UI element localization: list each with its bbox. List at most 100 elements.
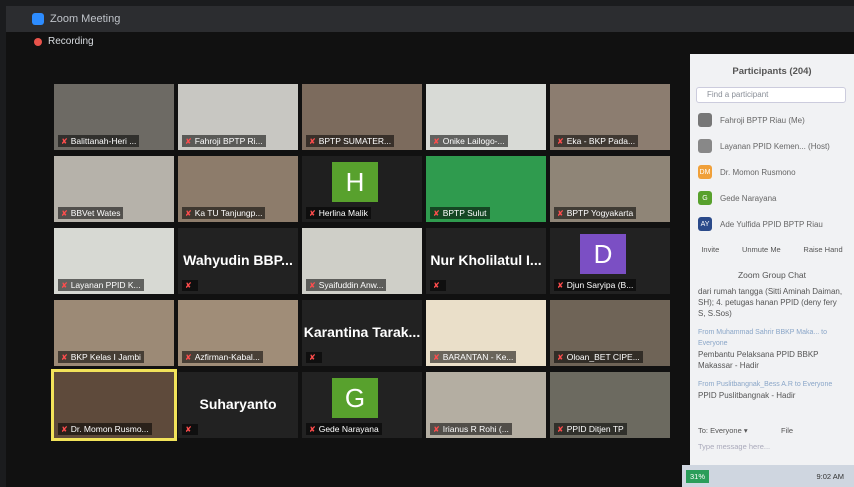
tile-name-label: ✘ [182,280,198,291]
video-tile[interactable]: ✘ Dr. Momon Rusmo... [51,369,177,441]
tile-name-label: ✘ BPTP SUMATER... [306,135,395,147]
avatar-initial: D [580,234,626,274]
muted-mic-icon: ✘ [185,136,192,146]
record-dot-icon [34,37,42,46]
video-tile[interactable]: ✘ Irianus R Rohi (... [426,372,546,438]
muted-mic-icon: ✘ [61,424,68,434]
participant-display-name: Karantina Tarak... [303,324,421,340]
video-tile[interactable]: ✘ Onike Lailogo-... [426,84,546,150]
tile-name-label: ✘ Oloan_BET CIPE... [554,351,643,363]
participant-name: Ade Yulfida PPID BPTP Riau [720,219,823,229]
tile-name-label: ✘ [306,352,322,363]
avatar-initial: H [332,162,378,202]
window-title: Zoom Meeting [50,13,121,25]
chat-title: Zoom Group Chat [737,270,807,280]
recording-indicator[interactable]: Recording [34,36,94,47]
video-tile[interactable]: Wahyudin BBP... ✘ [178,228,298,294]
tile-name-text: Fahroji BPTP Ri... [194,136,263,146]
tile-name-label: ✘ BPTP Sulut [430,207,490,219]
participant-search-input[interactable]: Find a participant [696,87,846,103]
tile-name-label: ✘ Djun Saryipa (B... [554,279,637,291]
participant-avatar [698,113,712,127]
participants-panel: Participants (204) Find a participant Fa… [690,54,854,487]
participant-display-name: Wahyudin BBP... [183,252,293,268]
video-tile[interactable]: ✘ BBVet Wates [54,156,174,222]
participant-row[interactable]: Fahroji BPTP Riau (Me) [690,107,854,133]
video-tile[interactable]: ✘ Azfirman-Kabal... [178,300,298,366]
video-tile[interactable]: Suharyanto ✘ [178,372,298,438]
video-tile[interactable]: ✘ BARANTAN - Ke... [426,300,546,366]
raise-hand-button[interactable]: Raise Hand [803,245,842,254]
participant-row[interactable]: G Gede Narayana [690,185,854,211]
participant-name: Fahroji BPTP Riau (Me) [720,115,805,125]
chat-messages: dari rumah tangga (Sitti Aminah Daiman, … [690,280,854,407]
recording-label: Recording [48,36,94,47]
battery-indicator: 31% [686,469,710,483]
participant-avatar: AY [698,217,712,231]
video-tile[interactable]: D ✘ Djun Saryipa (B... [550,228,670,294]
tile-name-label: ✘ Irianus R Rohi (... [430,423,512,435]
video-tile[interactable]: ✘ Oloan_BET CIPE... [550,300,670,366]
muted-mic-icon: ✘ [557,352,564,362]
muted-mic-icon: ✘ [309,208,316,218]
invite-button[interactable]: Invite [701,245,719,254]
muted-mic-icon: ✘ [61,352,68,362]
tile-name-text: BARANTAN - Ke... [442,352,514,362]
muted-mic-icon: ✘ [557,208,564,218]
tile-name-text: Dr. Momon Rusmo... [70,424,149,434]
file-button[interactable]: File [781,426,793,435]
tile-name-text: Onike Lailogo-... [442,136,505,146]
video-tile[interactable]: Karantina Tarak... ✘ [302,300,422,366]
video-tile[interactable]: ✘ PPID Ditjen TP [550,372,670,438]
video-tile[interactable]: H ✘ Herlina Malik [302,156,422,222]
muted-mic-icon: ✘ [433,352,440,362]
participant-row[interactable]: Layanan PPID Kemen... (Host) [690,133,854,159]
tile-name-label: ✘ Azfirman-Kabal... [182,351,263,363]
video-tile[interactable]: ✘ BPTP Yogyakarta [550,156,670,222]
tile-name-label: ✘ BPTP Yogyakarta [554,207,637,219]
tile-name-label: ✘ Balittanah-Heri ... [58,135,140,147]
video-tile[interactable]: ✘ Eka - BKP Pada... [550,84,670,150]
chat-input[interactable]: Type message here... [698,442,770,451]
tile-name-label: ✘ [430,280,446,291]
tile-name-text: Herlina Malik [318,208,368,218]
muted-mic-icon: ✘ [433,208,440,218]
tile-name-text: Irianus R Rohi (... [442,424,509,434]
chat-sender: From Muhammad Sahrir BBKP Maka... to Eve… [698,329,828,347]
participants-title: Participants (204) [732,66,812,77]
unmute-me-button[interactable]: Unmute Me [742,245,781,254]
tile-name-text: Djun Saryipa (B... [566,280,634,290]
avatar-initial: G [332,378,378,418]
tile-name-text: BPTP SUMATER... [318,136,392,146]
tile-name-label: ✘ Layanan PPID K... [58,279,144,291]
tile-name-label: ✘ Syaifuddin Anw... [306,279,387,291]
video-tile[interactable]: ✘ BKP Kelas I Jambi [54,300,174,366]
participant-list: Fahroji BPTP Riau (Me) Layanan PPID Kemen… [690,107,854,237]
video-tile[interactable]: ✘ Syaifuddin Anw... [302,228,422,294]
video-tile[interactable]: Nur Kholilatul I... ✘ [426,228,546,294]
participant-name: Gede Narayana [720,193,777,203]
video-tile[interactable]: G ✘ Gede Narayana [302,372,422,438]
video-tile[interactable]: ✘ BPTP Sulut [426,156,546,222]
tile-name-label: ✘ Gede Narayana [306,423,382,435]
participant-name: Dr. Momon Rusmono [720,167,796,177]
tile-name-label: ✘ BBVet Wates [58,207,124,219]
tile-name-text: Oloan_BET CIPE... [566,352,640,362]
clock: 9:02 AM [816,471,844,481]
tile-name-text: BBVet Wates [70,208,121,218]
video-tile[interactable]: ✘ Balittanah-Heri ... [54,84,174,150]
chat-recipient-select[interactable]: To: Everyone ▾ File [698,426,793,435]
tile-name-text: BPTP Sulut [442,208,487,218]
tile-name-label: ✘ Onike Lailogo-... [430,135,508,147]
muted-mic-icon: ✘ [185,208,192,218]
video-tile[interactable]: ✘ Ka TU Tanjungp... [178,156,298,222]
video-tile[interactable]: ✘ Fahroji BPTP Ri... [178,84,298,150]
participant-avatar: G [698,191,712,205]
tile-name-text: Gede Narayana [318,424,379,434]
participant-row[interactable]: AY Ade Yulfida PPID BPTP Riau [690,211,854,237]
zoom-app-icon [32,13,44,25]
participant-display-name: Suharyanto [199,396,277,412]
video-tile[interactable]: ✘ BPTP SUMATER... [302,84,422,150]
participant-row[interactable]: DM Dr. Momon Rusmono [690,159,854,185]
video-tile[interactable]: ✘ Layanan PPID K... [54,228,174,294]
